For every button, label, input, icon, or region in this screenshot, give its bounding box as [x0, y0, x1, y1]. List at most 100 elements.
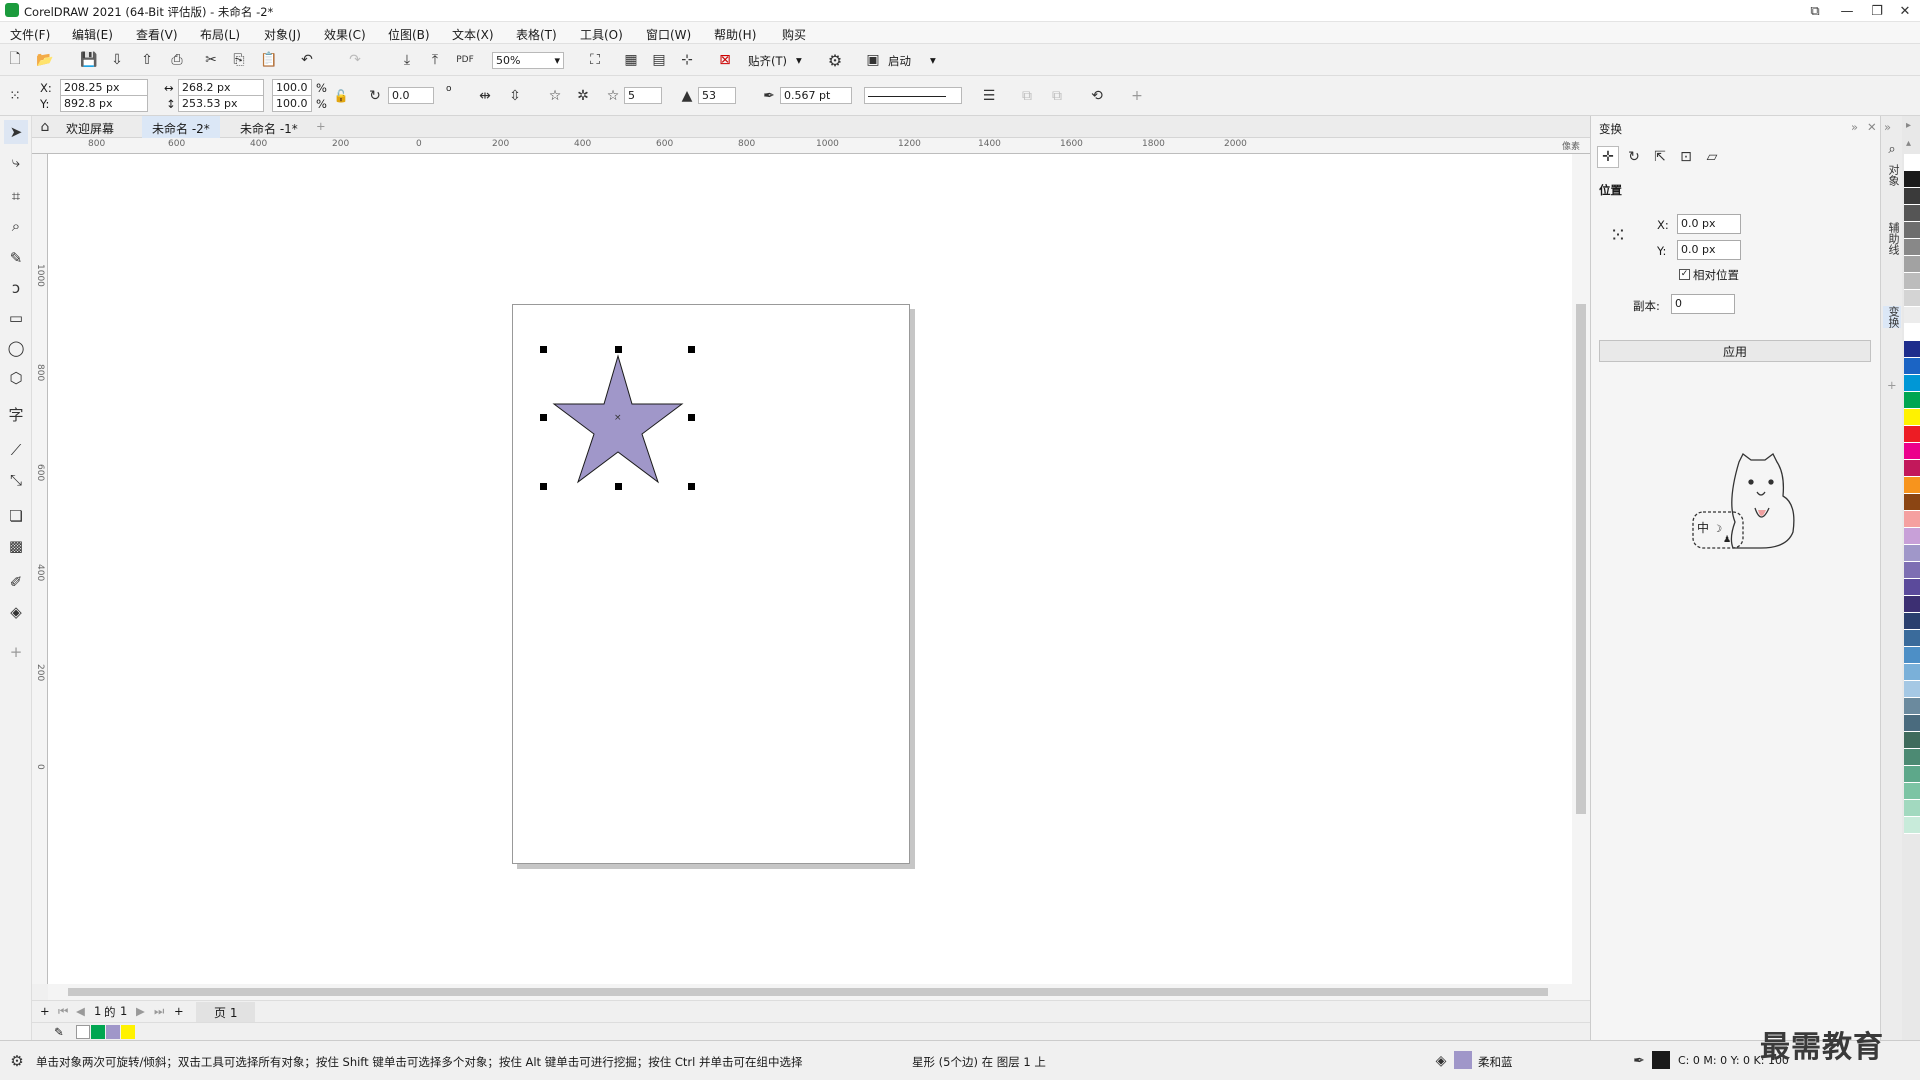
tab-objects[interactable]: 对象 [1883, 164, 1901, 186]
palette-swatch[interactable] [1904, 392, 1920, 409]
app-launcher-icon[interactable]: ▣ [862, 49, 884, 71]
palette-swatch[interactable] [1904, 358, 1920, 375]
add-page-icon[interactable]: + [40, 1004, 50, 1018]
menu-edit[interactable]: 编辑(E) [72, 26, 113, 43]
x-position-field[interactable]: 208.25 px [60, 79, 148, 96]
scroll-thumb[interactable] [1576, 304, 1586, 814]
save-icon[interactable]: 💾 [78, 49, 100, 71]
search-icon[interactable]: ⌕ [1881, 138, 1903, 160]
skew-tab-icon[interactable]: ▱ [1701, 146, 1723, 168]
tab-untitled-1[interactable]: 未命名 -1* [230, 116, 308, 138]
selection-handle[interactable] [688, 483, 695, 490]
doc-swatch-yellow[interactable] [121, 1025, 135, 1039]
palette-swatch[interactable] [1904, 290, 1920, 307]
mirror-horizontal-icon[interactable]: ⇹ [474, 85, 496, 107]
star-selection[interactable]: × [540, 346, 700, 496]
zoom-level-field[interactable]: 50% ▾ [492, 52, 564, 69]
scale-mirror-tab-icon[interactable]: ⇱ [1649, 146, 1671, 168]
palette-swatch[interactable] [1904, 375, 1920, 392]
palette-swatch[interactable] [1904, 664, 1920, 681]
cloud-download-icon[interactable]: ⇩ [106, 49, 128, 71]
palette-swatch[interactable] [1904, 630, 1920, 647]
to-back-icon[interactable]: ⧉ [1046, 85, 1068, 107]
paste-icon[interactable]: 📋 [258, 49, 280, 71]
horizontal-scrollbar[interactable] [48, 984, 1590, 1000]
eyedropper-icon[interactable]: ✐ [4, 570, 28, 594]
fill-color-swatch[interactable] [1454, 1051, 1472, 1069]
palette-swatch[interactable] [1904, 341, 1920, 358]
tab-untitled-2[interactable]: 未命名 -2* [142, 116, 220, 138]
rectangle-tool-icon[interactable]: ▭ [4, 306, 28, 330]
y-position-field[interactable]: 892.8 px [60, 95, 148, 112]
tab-welcome[interactable]: 欢迎屏幕 [56, 116, 124, 138]
maximize-button[interactable]: ❐ [1862, 0, 1892, 22]
add-page-after-icon[interactable]: + [174, 1004, 184, 1018]
star-outline-icon[interactable]: ☆ [544, 85, 566, 107]
tab-guidelines[interactable]: 辅助线 [1883, 222, 1901, 255]
polygon-tool-icon[interactable]: ⬡ [4, 366, 28, 390]
options-gear-icon[interactable]: ⚙ [824, 49, 846, 71]
selection-handle[interactable] [540, 483, 547, 490]
crop-tool-icon[interactable]: ⌗ [4, 184, 28, 208]
palette-swatch[interactable] [1904, 154, 1920, 171]
palette-swatch[interactable] [1904, 205, 1920, 222]
artistic-media-icon[interactable]: ↄ [4, 276, 28, 300]
full-screen-icon[interactable]: ⛶ [584, 49, 606, 71]
panel-y-field[interactable]: 0.0 px [1677, 240, 1741, 260]
palette-swatch[interactable] [1904, 596, 1920, 613]
print-icon[interactable]: ⎙ [166, 49, 188, 71]
scale-x-field[interactable]: 100.0 [272, 79, 312, 96]
interactive-fill-icon[interactable]: ◈ [4, 600, 28, 624]
show-guidelines-icon[interactable]: ⊹ [676, 49, 698, 71]
palette-swatch[interactable] [1904, 749, 1920, 766]
eyedropper-icon[interactable]: ✎ [54, 1025, 64, 1039]
pdf-icon[interactable]: PDF [454, 49, 476, 71]
connector-tool-icon[interactable]: ⤡ [4, 468, 28, 492]
palette-swatch[interactable] [1904, 171, 1920, 188]
settings-gear-icon[interactable]: ⚙ [6, 1050, 28, 1072]
palette-menu-icon[interactable]: ▸ [1906, 120, 1911, 131]
last-page-icon[interactable]: ⏭ [154, 1004, 164, 1019]
menu-table[interactable]: 表格(T) [516, 26, 557, 43]
object-origin-icon[interactable]: ⁙ [4, 85, 26, 107]
palette-swatch[interactable] [1904, 579, 1920, 596]
palette-swatch[interactable] [1904, 307, 1920, 324]
menu-window[interactable]: 窗口(W) [646, 26, 691, 43]
position-tab-icon[interactable]: ✛ [1597, 146, 1619, 168]
tab-transform[interactable]: 变换 [1883, 306, 1901, 328]
parallel-dimension-icon[interactable]: ⟋ [4, 438, 28, 462]
palette-swatch[interactable] [1904, 698, 1920, 715]
mirror-vertical-icon[interactable]: ⇳ [504, 85, 526, 107]
convert-to-curves-icon[interactable]: ⟲ [1086, 85, 1108, 107]
shape-tool-icon[interactable]: ⤷ [4, 150, 28, 174]
export-icon[interactable]: ⤒ [424, 49, 446, 71]
selection-handle[interactable] [540, 414, 547, 421]
import-icon[interactable]: ⤓ [396, 49, 418, 71]
doc-swatch-lavender[interactable] [106, 1025, 120, 1039]
add-icon[interactable]: + [1126, 85, 1148, 107]
menu-tools[interactable]: 工具(O) [580, 26, 623, 43]
menu-bitmaps[interactable]: 位图(B) [388, 26, 430, 43]
selection-handle[interactable] [688, 346, 695, 353]
horizontal-ruler[interactable]: 800 600 400 200 0 200 400 600 800 1000 1… [32, 138, 1590, 154]
menu-layout[interactable]: 布局(L) [200, 26, 240, 43]
width-field[interactable]: 268.2 px [178, 79, 264, 96]
palette-swatch[interactable] [1904, 647, 1920, 664]
star-points-field[interactable]: 5 [624, 87, 662, 104]
close-button[interactable]: ✕ [1890, 0, 1920, 22]
menu-effects[interactable]: 效果(C) [324, 26, 366, 43]
palette-swatch[interactable] [1904, 783, 1920, 800]
snap-off-icon[interactable]: ⊠ [714, 49, 736, 71]
menu-text[interactable]: 文本(X) [452, 26, 494, 43]
rotate-icon[interactable]: ↻ [364, 85, 386, 107]
copy-icon[interactable]: ⎘ [228, 49, 250, 71]
scale-y-field[interactable]: 100.0 [272, 95, 312, 112]
chevron-down-icon[interactable]: ▾ [796, 53, 802, 67]
palette-swatch[interactable] [1904, 681, 1920, 698]
star-sharpness-field[interactable]: 53 [698, 87, 736, 104]
palette-swatch[interactable] [1904, 562, 1920, 579]
palette-swatch[interactable] [1904, 511, 1920, 528]
apply-button[interactable]: 应用 [1599, 340, 1871, 362]
no-color-swatch[interactable] [76, 1025, 90, 1039]
minimize-button[interactable]: — [1832, 0, 1862, 22]
